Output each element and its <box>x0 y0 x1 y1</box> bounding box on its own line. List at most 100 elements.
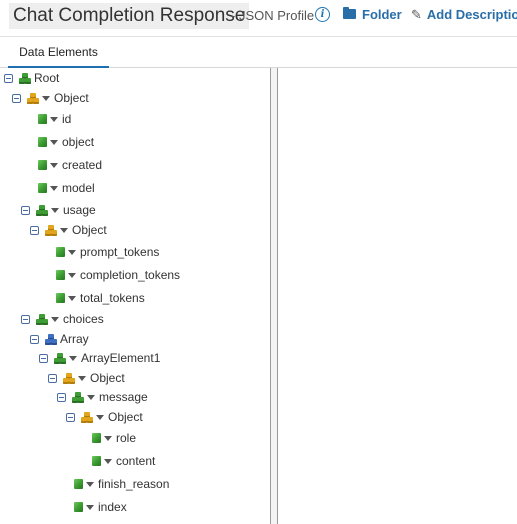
tree-node-created[interactable]: created <box>38 156 102 174</box>
tree-node-model[interactable]: model <box>38 179 95 197</box>
tree-node-object-field[interactable]: object <box>38 133 94 151</box>
dropdown-arrow-icon[interactable] <box>87 394 95 400</box>
object-group-icon <box>63 372 75 384</box>
pane-splitter[interactable] <box>270 68 278 524</box>
tree-node-label: Object <box>90 371 125 385</box>
group-icon <box>54 352 66 364</box>
dropdown-arrow-icon[interactable] <box>68 249 76 255</box>
tree-node-usage[interactable]: usage <box>21 201 96 219</box>
tree-node-message[interactable]: message <box>57 388 148 406</box>
tree-node-label: role <box>116 431 137 445</box>
tree-node-label: Object <box>108 410 143 424</box>
collapse-toggle-icon[interactable] <box>12 93 21 103</box>
data-elements-tree: Root Object id object created model usag… <box>0 68 270 524</box>
dropdown-arrow-icon[interactable] <box>50 185 58 191</box>
tree-node-array-element-1[interactable]: ArrayElement1 <box>39 349 160 367</box>
dropdown-arrow-icon[interactable] <box>51 207 59 213</box>
tree-node-usage-object[interactable]: Object <box>30 221 107 239</box>
tree-node-message-object[interactable]: Object <box>66 408 143 426</box>
collapse-toggle-icon[interactable] <box>21 314 30 324</box>
tree-node-root[interactable]: Root <box>4 69 59 87</box>
info-icon[interactable]: i <box>315 7 330 22</box>
dropdown-arrow-icon[interactable] <box>50 116 58 122</box>
tree-node-id[interactable]: id <box>38 110 71 128</box>
group-icon <box>36 204 48 216</box>
tree-node-object[interactable]: Object <box>12 89 89 107</box>
tree-node-array-object[interactable]: Object <box>48 369 125 387</box>
tree-node-completion-tokens[interactable]: completion_tokens <box>56 266 180 284</box>
object-group-icon <box>45 224 57 236</box>
object-group-icon <box>27 92 39 104</box>
tree-node-finish-reason[interactable]: finish_reason <box>74 475 169 493</box>
dropdown-arrow-icon[interactable] <box>104 458 112 464</box>
element-cube-icon <box>38 114 47 124</box>
element-cube-icon <box>74 502 83 512</box>
array-group-icon <box>45 333 57 345</box>
folder-icon <box>343 7 356 19</box>
collapse-toggle-icon[interactable] <box>39 353 48 363</box>
add-description-button[interactable]: ✎ Add Description <box>411 7 517 23</box>
dropdown-arrow-icon[interactable] <box>96 414 104 420</box>
tree-node-index[interactable]: index <box>74 498 127 516</box>
object-group-icon <box>81 411 93 423</box>
element-cube-icon <box>56 247 65 257</box>
tree-node-label: Object <box>54 91 89 105</box>
collapse-toggle-icon[interactable] <box>57 392 66 402</box>
tree-node-array[interactable]: Array <box>30 330 89 348</box>
tree-node-label: ArrayElement1 <box>81 351 161 365</box>
dropdown-arrow-icon[interactable] <box>78 375 86 381</box>
folder-button[interactable]: Folder <box>343 7 402 22</box>
tree-node-total-tokens[interactable]: total_tokens <box>56 289 145 307</box>
collapse-toggle-icon[interactable] <box>30 334 39 344</box>
tree-node-label: finish_reason <box>98 477 170 491</box>
dropdown-arrow-icon[interactable] <box>51 316 59 322</box>
element-cube-icon <box>56 293 65 303</box>
dropdown-arrow-icon[interactable] <box>86 504 94 510</box>
group-icon <box>36 313 48 325</box>
tree-node-label: Array <box>60 332 89 346</box>
dropdown-arrow-icon[interactable] <box>50 162 58 168</box>
collapse-toggle-icon[interactable] <box>66 412 75 422</box>
group-icon <box>72 391 84 403</box>
element-cube-icon <box>38 137 47 147</box>
tree-node-label: Object <box>72 223 107 237</box>
profile-type-label: - JSON Profile <box>231 8 315 23</box>
dropdown-arrow-icon[interactable] <box>69 355 77 361</box>
dropdown-arrow-icon[interactable] <box>68 272 76 278</box>
dropdown-arrow-icon[interactable] <box>50 139 58 145</box>
profile-title[interactable]: Chat Completion Response <box>9 3 250 29</box>
collapse-toggle-icon[interactable] <box>30 225 39 235</box>
dropdown-arrow-icon[interactable] <box>68 295 76 301</box>
tree-node-label: choices <box>63 312 104 326</box>
dropdown-arrow-icon[interactable] <box>60 227 68 233</box>
element-cube-icon <box>74 479 83 489</box>
tab-data-elements[interactable]: Data Elements <box>8 37 109 68</box>
tree-node-label: usage <box>63 203 96 217</box>
add-description-label: Add Description <box>426 7 517 22</box>
element-cube-icon <box>56 270 65 280</box>
tree-node-choices[interactable]: choices <box>21 310 104 328</box>
collapse-toggle-icon[interactable] <box>21 205 30 215</box>
tree-node-label: content <box>116 454 156 468</box>
tree-node-label: Root <box>34 71 60 85</box>
element-cube-icon <box>92 433 101 443</box>
root-group-icon <box>19 72 31 84</box>
tree-node-label: total_tokens <box>80 291 145 305</box>
element-cube-icon <box>38 160 47 170</box>
collapse-toggle-icon[interactable] <box>48 373 57 383</box>
tree-node-prompt-tokens[interactable]: prompt_tokens <box>56 243 159 261</box>
dropdown-arrow-icon[interactable] <box>104 435 112 441</box>
tree-node-content[interactable]: content <box>92 452 155 470</box>
dropdown-arrow-icon[interactable] <box>86 481 94 487</box>
tree-node-label: message <box>99 390 148 404</box>
profile-header: Chat Completion Response - JSON Profile … <box>0 0 517 34</box>
detail-pane <box>278 68 517 524</box>
tree-node-label: completion_tokens <box>80 268 181 282</box>
tree-node-label: index <box>98 500 127 514</box>
tree-node-label: prompt_tokens <box>80 245 160 259</box>
collapse-toggle-icon[interactable] <box>4 73 13 83</box>
pencil-icon: ✎ <box>411 7 422 22</box>
tree-node-role[interactable]: role <box>92 429 136 447</box>
tree-node-label: id <box>62 112 72 126</box>
dropdown-arrow-icon[interactable] <box>42 95 50 101</box>
